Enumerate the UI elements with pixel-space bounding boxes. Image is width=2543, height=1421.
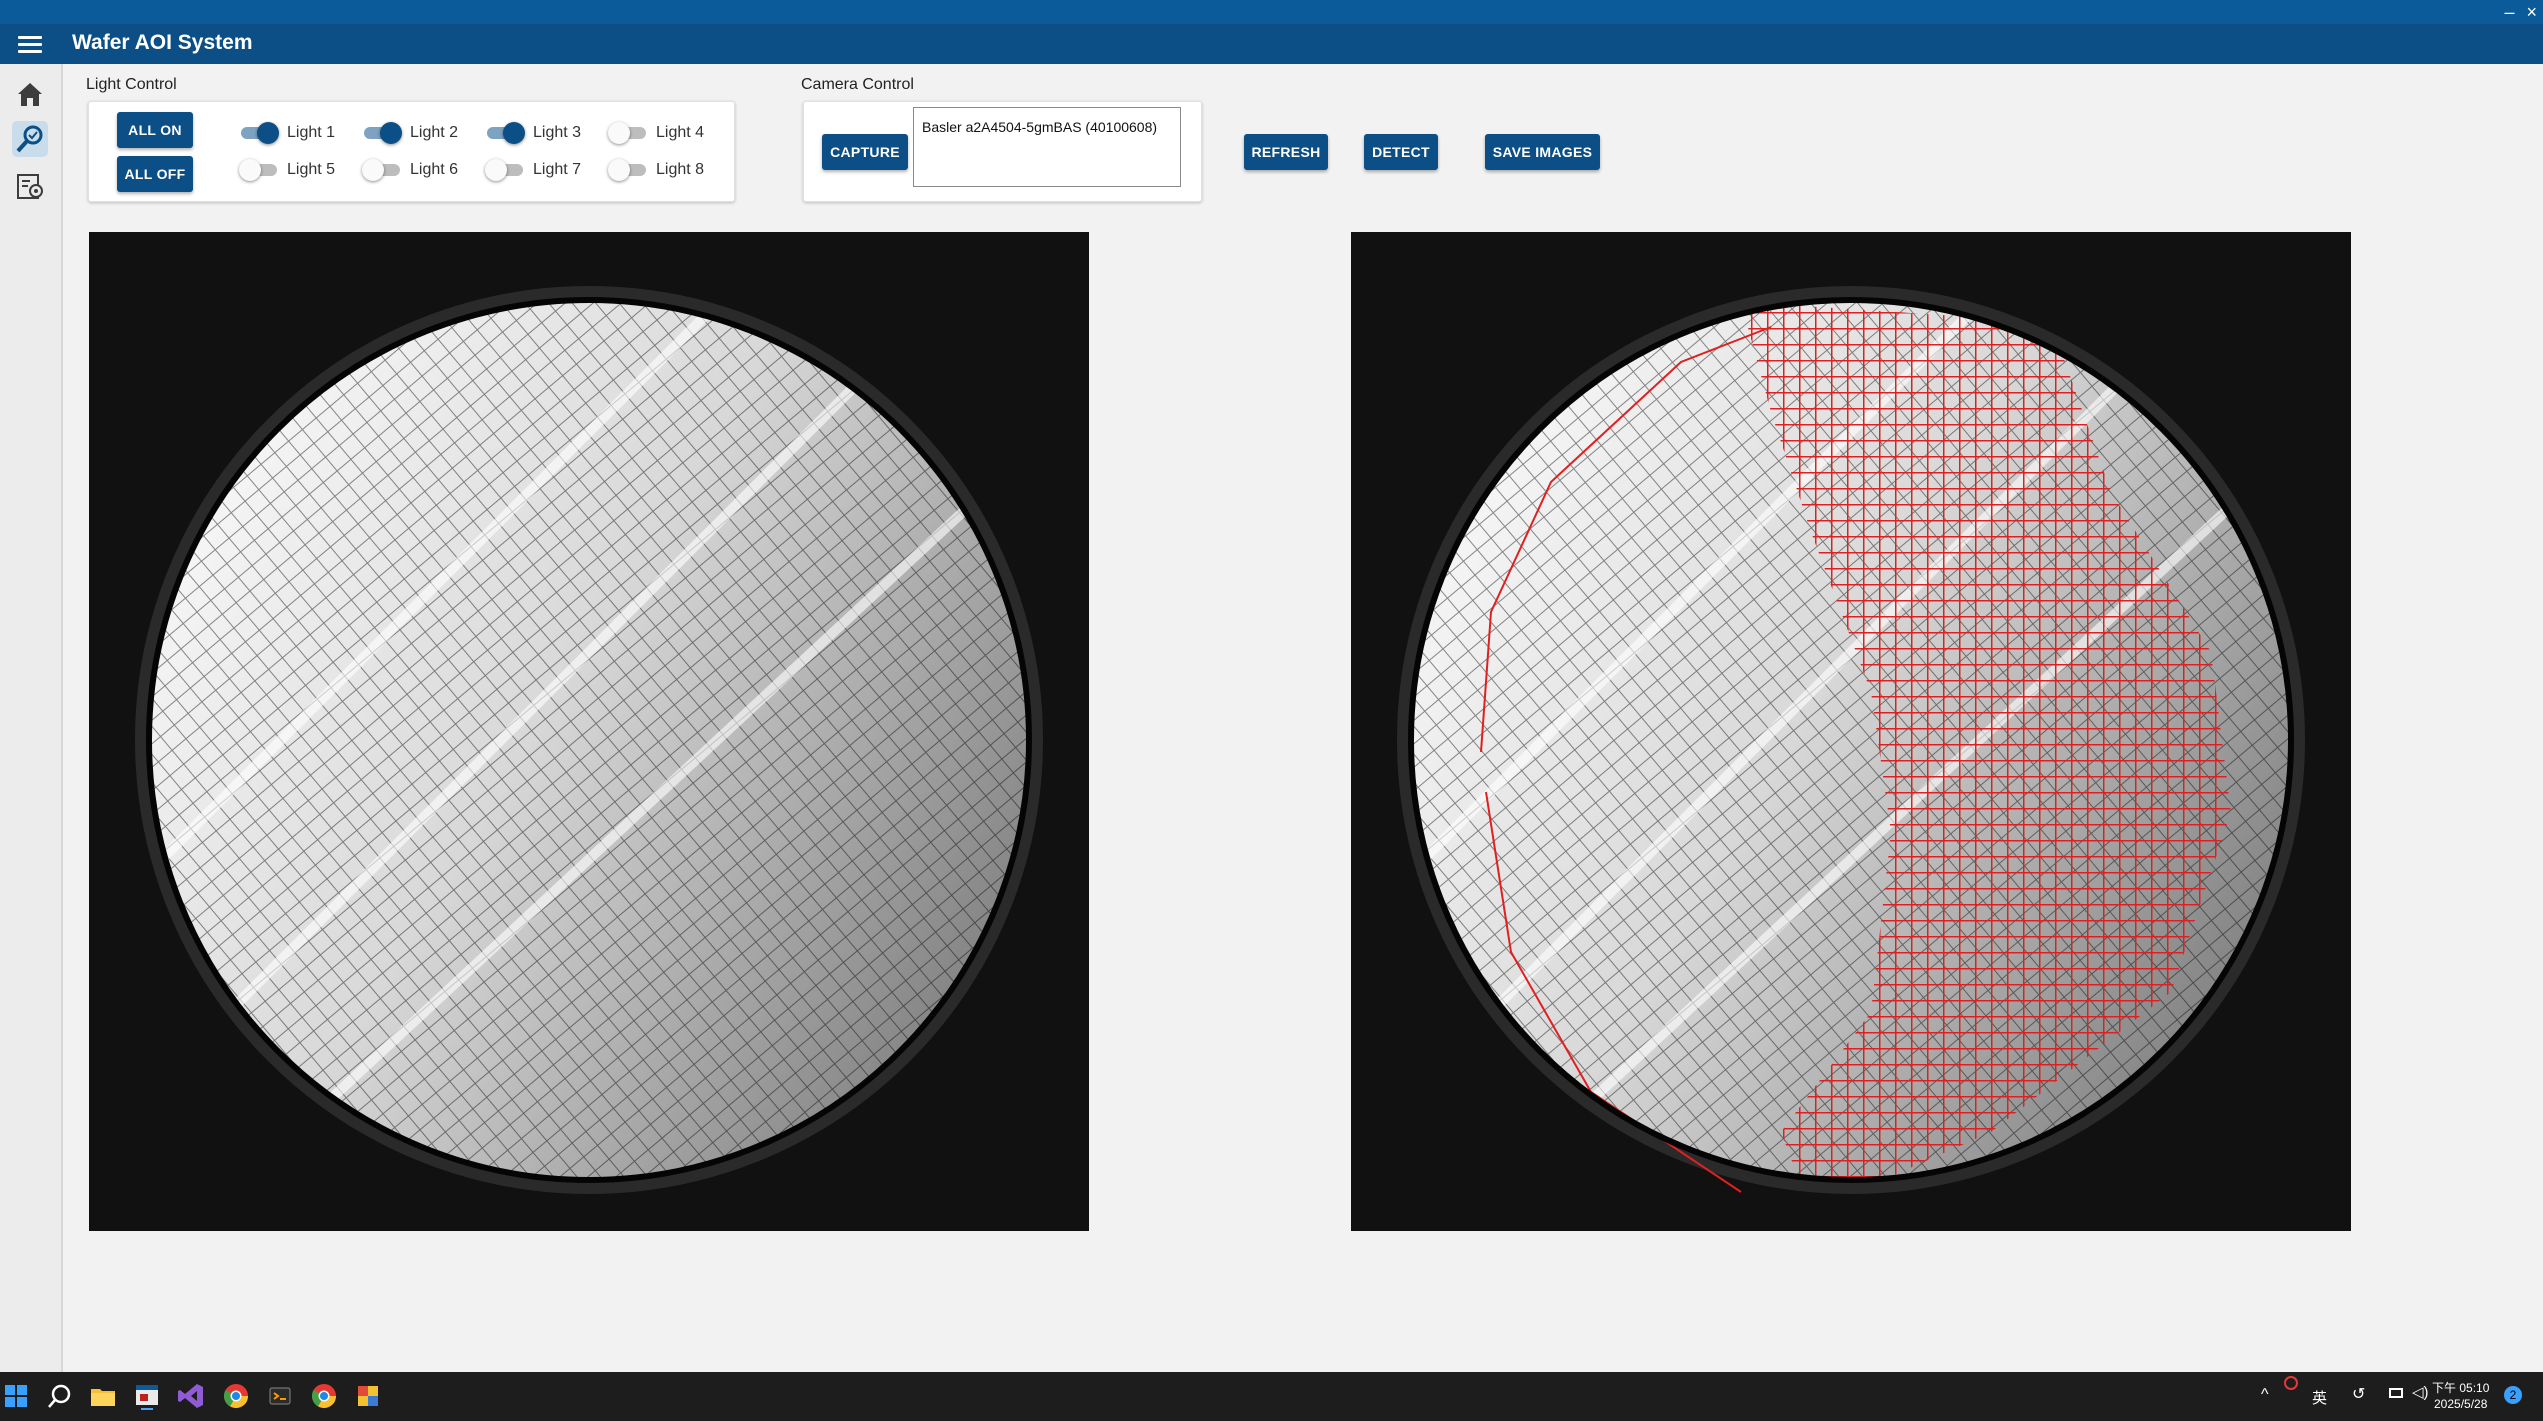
volume-icon[interactable]: ◁) (2412, 1383, 2429, 1401)
visual-studio-icon[interactable] (177, 1382, 205, 1410)
app-window-icon[interactable] (133, 1382, 161, 1410)
search-icon[interactable] (46, 1382, 74, 1410)
nav-rail (0, 64, 63, 1372)
home-icon[interactable] (12, 76, 48, 112)
ime-indicator[interactable]: 英 (2312, 1387, 2327, 1408)
refresh-button[interactable]: REFRESH (1244, 134, 1328, 170)
light-control-label: Light Control (86, 76, 177, 93)
save-images-button[interactable]: SAVE IMAGES (1485, 134, 1600, 170)
toggle-switch[interactable] (362, 159, 402, 181)
camera-select[interactable]: Basler a2A4504-5gmBAS (40100608) (913, 107, 1181, 187)
toggle-switch[interactable] (608, 159, 648, 181)
captured-wafer-image (89, 232, 1089, 1231)
wafer-detection-image (1351, 232, 2351, 1231)
paint-icon[interactable] (354, 1382, 382, 1410)
file-explorer-icon[interactable] (89, 1382, 117, 1410)
close-button[interactable]: × (2526, 2, 2537, 23)
light-1-label: Light 1 (287, 124, 336, 141)
settings-report-icon[interactable] (12, 168, 48, 204)
clock-date: 2025/5/28 (2434, 1397, 2488, 1411)
network-icon[interactable] (2389, 1388, 2403, 1398)
hamburger-menu-icon[interactable] (18, 32, 42, 56)
light-2-toggle[interactable]: Light 2 (362, 122, 458, 144)
capture-button[interactable]: CAPTURE (822, 134, 908, 170)
clock[interactable]: 下午 05:10 2025/5/28 (2432, 1380, 2489, 1412)
all-on-button[interactable]: ALL ON (117, 112, 193, 148)
windows-start-icon[interactable] (2, 1382, 30, 1410)
minimize-button[interactable]: – (2504, 2, 2514, 23)
wafer-image (89, 232, 1089, 1231)
light-3-label: Light 3 (533, 124, 582, 141)
light-3-toggle[interactable]: Light 3 (485, 122, 581, 144)
update-icon[interactable] (2284, 1376, 2298, 1390)
app-bar: Wafer AOI System (0, 24, 2543, 64)
camera-control-label: Camera Control (801, 76, 914, 93)
tray-overflow-icon[interactable]: ^ (2261, 1386, 2269, 1404)
chrome-icon[interactable] (310, 1382, 338, 1410)
light-2-label: Light 2 (410, 124, 459, 141)
toggle-switch[interactable] (485, 122, 525, 144)
light-6-label: Light 6 (410, 161, 459, 178)
window-controls: – × (2504, 2, 2537, 23)
light-5-label: Light 5 (287, 161, 336, 178)
light-4-toggle[interactable]: Light 4 (608, 122, 704, 144)
terminal-icon[interactable] (266, 1382, 294, 1410)
all-off-button[interactable]: ALL OFF (117, 156, 193, 192)
toggle-switch[interactable] (362, 122, 402, 144)
toggle-switch[interactable] (485, 159, 525, 181)
light-4-label: Light 4 (656, 124, 705, 141)
toggle-switch[interactable] (239, 122, 279, 144)
light-8-toggle[interactable]: Light 8 (608, 159, 704, 181)
clock-period: 下午 (2432, 1381, 2457, 1395)
light-8-label: Light 8 (656, 161, 705, 178)
light-7-toggle[interactable]: Light 7 (485, 159, 581, 181)
inspection-icon[interactable] (12, 121, 48, 157)
light-7-label: Light 7 (533, 161, 582, 178)
clock-time: 05:10 (2459, 1381, 2490, 1395)
detect-button[interactable]: DETECT (1364, 134, 1438, 170)
toggle-switch[interactable] (608, 122, 648, 144)
detection-result-image (1351, 232, 2351, 1231)
notification-badge[interactable]: 2 (2504, 1386, 2522, 1404)
app-title: Wafer AOI System (72, 31, 253, 54)
window-titlebar (0, 0, 2543, 24)
ime-mode-icon[interactable]: ↺ (2352, 1384, 2365, 1404)
light-1-toggle[interactable]: Light 1 (239, 122, 335, 144)
light-5-toggle[interactable]: Light 5 (239, 159, 335, 181)
chrome-icon[interactable] (222, 1382, 250, 1410)
toggle-switch[interactable] (239, 159, 279, 181)
light-control-panel: ALL ON ALL OFF Light 1 Light 2 Light 3 L… (88, 101, 735, 202)
light-6-toggle[interactable]: Light 6 (362, 159, 458, 181)
